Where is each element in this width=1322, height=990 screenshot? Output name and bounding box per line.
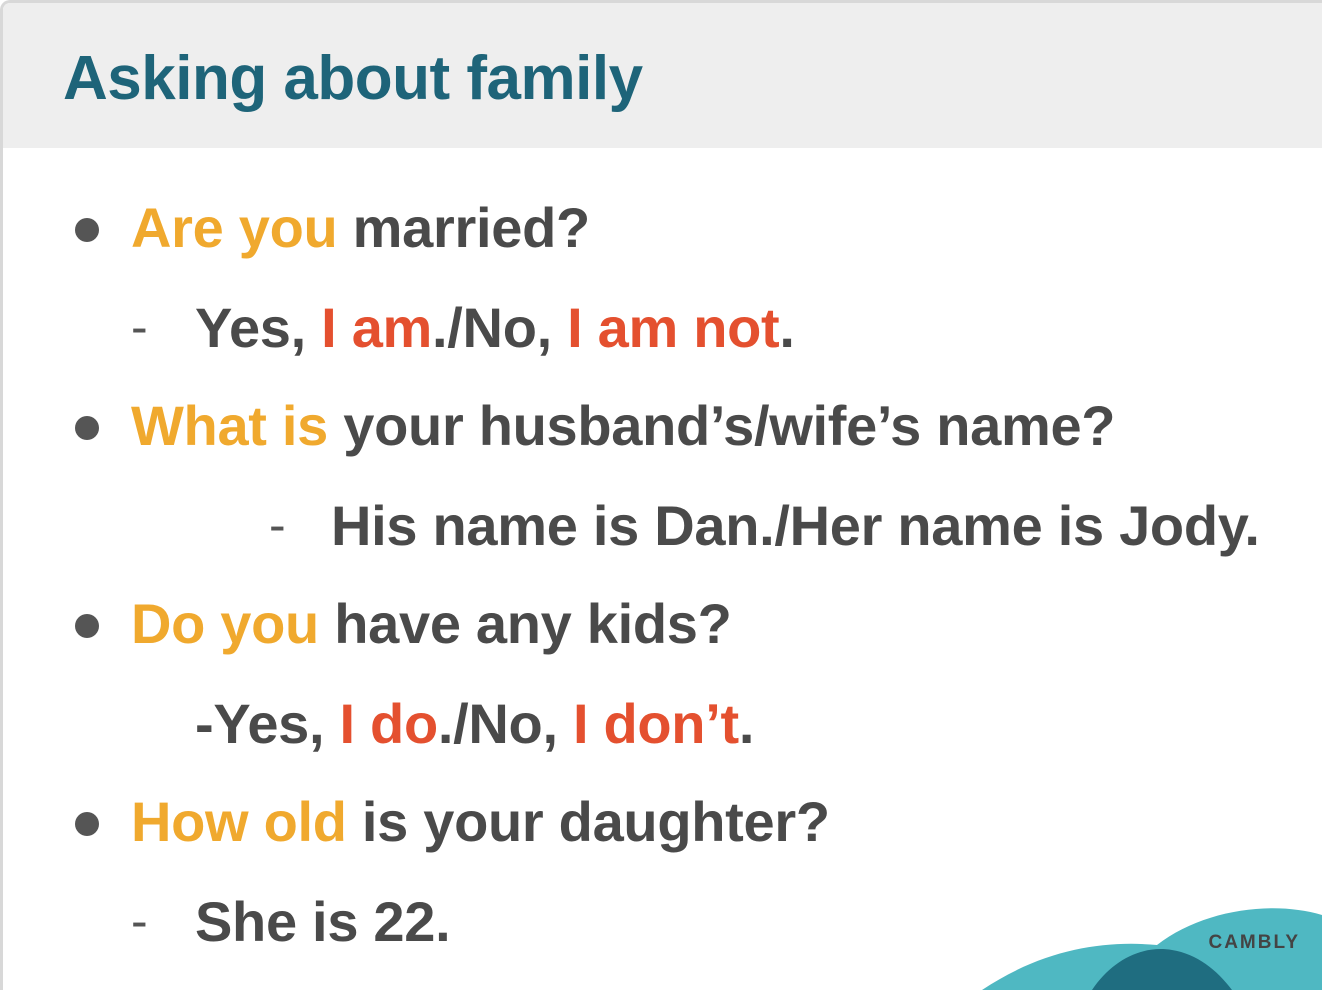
- dash-icon: -: [269, 497, 286, 553]
- answer-line: She is 22.: [195, 890, 451, 954]
- question-line: How old is your daughter?: [131, 790, 830, 854]
- dash-icon: -: [195, 692, 214, 755]
- answer-text: Yes,: [213, 692, 340, 755]
- question-line: Are you married?: [131, 196, 590, 260]
- answer-text: Yes,: [195, 296, 322, 359]
- question-text: married?: [337, 196, 591, 259]
- bullet-icon: [75, 812, 99, 836]
- question-text: your husband’s/wife’s name?: [328, 394, 1116, 457]
- question-highlight: Are you: [131, 196, 338, 259]
- answer-highlight: I do: [339, 692, 439, 755]
- bullet-icon: [75, 614, 99, 638]
- answer-text: .: [738, 692, 755, 755]
- title-band: Asking about family: [3, 3, 1322, 148]
- answer-text: .: [779, 296, 795, 359]
- answer-highlight: I am: [321, 296, 433, 359]
- answer-highlight: I don’t: [572, 692, 739, 755]
- answer-highlight: I am not: [567, 296, 780, 359]
- bullet-icon: [75, 416, 99, 440]
- cambly-logo: CAMBLY: [982, 890, 1322, 990]
- dash-icon: -: [131, 299, 148, 355]
- slide-title: Asking about family: [63, 44, 643, 113]
- bullet-icon: [75, 218, 99, 242]
- answer-line: Yes, I am./No, I am not.: [195, 296, 795, 360]
- logo-text: CAMBLY: [1208, 932, 1300, 953]
- dash-icon: -: [131, 893, 148, 949]
- answer-line: -Yes, I do./No, I don’t.: [195, 692, 754, 756]
- question-highlight: What is: [131, 394, 329, 457]
- question-text: is your daughter?: [346, 790, 830, 853]
- answer-text: His name is Dan./Her name is Jody.: [331, 494, 1260, 557]
- question-line: What is your husband’s/wife’s name?: [131, 394, 1116, 458]
- question-highlight: Do you: [131, 592, 319, 655]
- question-line: Do you have any kids?: [131, 592, 732, 656]
- slide: Asking about family Are you married? - Y…: [0, 0, 1322, 990]
- answer-line: His name is Dan./Her name is Jody.: [331, 494, 1260, 558]
- question-text: have any kids?: [318, 592, 732, 655]
- answer-text: ./No,: [432, 296, 568, 359]
- question-highlight: How old: [131, 790, 347, 853]
- answer-text: She is 22.: [195, 890, 451, 953]
- answer-text: ./No,: [437, 692, 573, 755]
